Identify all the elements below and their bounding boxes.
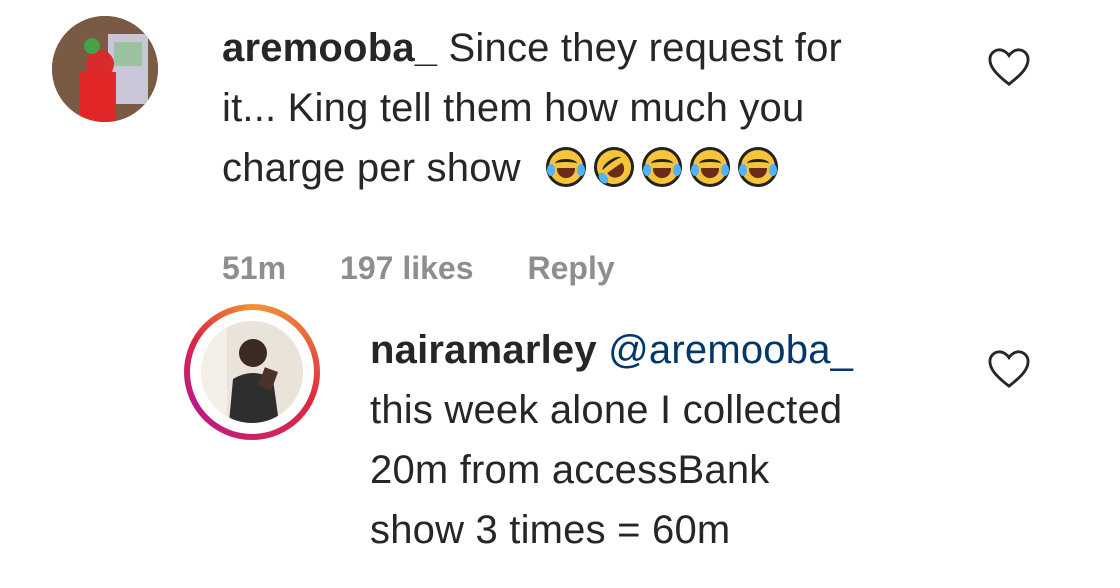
avatar-aremooba[interactable]	[52, 16, 158, 122]
avatar-image	[201, 321, 303, 423]
comment-text-line: this week alone I collected	[370, 388, 843, 432]
comment-text-line: 20m from accessBank	[370, 448, 770, 492]
comment-text-line: Since they request for	[448, 26, 843, 70]
username-link[interactable]: nairamarley	[370, 328, 597, 372]
reply-button[interactable]: Reply	[528, 250, 615, 287]
mention-link[interactable]: @aremooba_	[608, 328, 853, 372]
comment-text-line: show 3 times = 60m	[370, 508, 731, 552]
story-ring[interactable]	[184, 304, 320, 440]
face-with-tears-of-joy-icon	[690, 147, 731, 187]
rolling-on-the-floor-laughing-icon	[586, 139, 642, 195]
face-with-tears-of-joy-icon	[546, 147, 587, 187]
avatar-nairamarley	[201, 321, 303, 423]
avatar-image	[52, 16, 158, 122]
face-with-tears-of-joy-icon	[642, 147, 683, 187]
comment-meta: 51m 197 likes Reply	[222, 250, 615, 287]
heart-outline-icon[interactable]	[986, 348, 1032, 390]
face-with-tears-of-joy-icon	[738, 147, 779, 187]
comment-text-line: charge per show	[222, 146, 521, 190]
comment-text-line: it... King tell them how much you	[222, 86, 805, 130]
comment-timestamp[interactable]: 51m	[222, 250, 286, 287]
comment-body: aremooba_ Since they request for it... K…	[222, 18, 942, 198]
heart-outline-icon[interactable]	[986, 46, 1032, 88]
username-link[interactable]: aremooba_	[222, 26, 437, 70]
comment-body: nairamarley @aremooba_ this week alone I…	[370, 320, 970, 560]
like-count[interactable]: 197 likes	[340, 250, 473, 287]
